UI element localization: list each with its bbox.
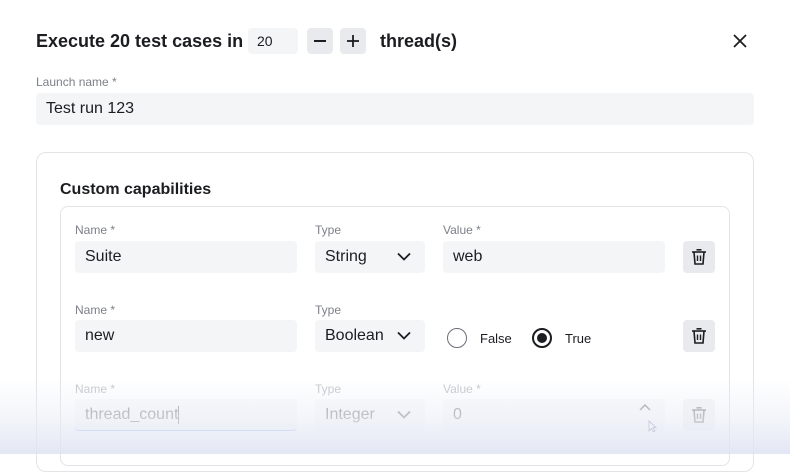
launch-name-input[interactable]: Test run 123 bbox=[36, 93, 754, 125]
radio-false[interactable] bbox=[447, 328, 467, 348]
execute-dialog: Execute 20 test cases in 20 thread(s) La… bbox=[0, 0, 790, 472]
capability-name-input[interactable]: Suite bbox=[75, 241, 297, 273]
capability-name-input[interactable]: new bbox=[75, 320, 297, 352]
minus-icon bbox=[314, 40, 326, 42]
name-label: Name * bbox=[75, 223, 116, 237]
threads-count-input[interactable]: 20 bbox=[248, 28, 298, 54]
plus-icon bbox=[347, 35, 359, 47]
type-select-value: Boolean bbox=[325, 327, 384, 344]
capability-type-select[interactable]: Boolean bbox=[315, 320, 425, 352]
chevron-up-icon[interactable] bbox=[639, 403, 651, 411]
radio-true[interactable] bbox=[532, 328, 552, 348]
threads-suffix: thread(s) bbox=[380, 31, 458, 51]
type-label: Type bbox=[315, 223, 342, 237]
type-label: Type bbox=[315, 303, 342, 317]
capability-name-input[interactable]: thread_count bbox=[75, 399, 297, 431]
chevron-down-icon bbox=[397, 410, 411, 419]
capability-value-input[interactable]: web bbox=[443, 241, 665, 273]
decrease-threads-button[interactable] bbox=[307, 28, 333, 54]
name-input-text: thread_count bbox=[85, 406, 179, 423]
chevron-down-icon bbox=[397, 252, 411, 261]
trash-icon bbox=[692, 406, 706, 423]
delete-capability-button[interactable] bbox=[683, 399, 715, 431]
name-label: Name * bbox=[75, 382, 116, 396]
delete-capability-button[interactable] bbox=[683, 320, 715, 352]
name-label: Name * bbox=[75, 303, 116, 317]
value-label: Value * bbox=[443, 223, 481, 237]
type-select-value: Integer bbox=[325, 406, 375, 423]
launch-name-label: Launch name * bbox=[36, 75, 117, 89]
dialog-title: Execute 20 test cases in bbox=[36, 31, 244, 51]
capability-type-select[interactable]: String bbox=[315, 241, 425, 273]
close-icon bbox=[733, 34, 747, 48]
trash-icon bbox=[692, 248, 706, 265]
trash-icon bbox=[692, 327, 706, 344]
increase-threads-button[interactable] bbox=[340, 28, 366, 54]
radio-true-label: True bbox=[565, 331, 592, 346]
chevron-down-icon bbox=[397, 331, 411, 340]
capability-value-input[interactable]: 0 bbox=[443, 399, 665, 431]
delete-capability-button[interactable] bbox=[683, 241, 715, 273]
text-cursor bbox=[178, 405, 180, 424]
capability-type-select[interactable]: Integer bbox=[315, 399, 425, 431]
value-label: Value * bbox=[443, 382, 481, 396]
capabilities-title: Custom capabilities bbox=[60, 181, 212, 198]
mouse-cursor-icon bbox=[648, 420, 657, 433]
close-button[interactable] bbox=[729, 30, 751, 52]
type-select-value: String bbox=[325, 248, 367, 265]
type-label: Type bbox=[315, 382, 342, 396]
radio-false-label: False bbox=[480, 331, 512, 346]
